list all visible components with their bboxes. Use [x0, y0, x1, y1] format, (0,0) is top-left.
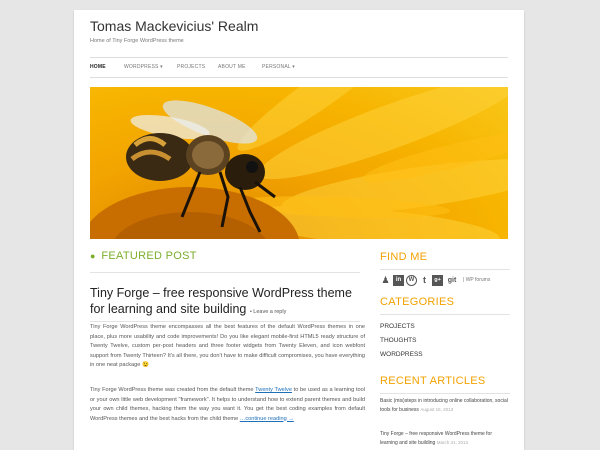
recent-article-date: August 15, 2013: [420, 406, 454, 412]
category-link-thoughts[interactable]: THOUGHTS: [380, 337, 416, 344]
divider: [90, 272, 360, 273]
nav-item-home[interactable]: HOME: [90, 64, 106, 70]
linkedin-icon[interactable]: in: [393, 274, 404, 286]
category-link-projects[interactable]: PROJECTS: [380, 323, 415, 330]
google-plus-icon[interactable]: g+: [432, 274, 443, 286]
post-title-text[interactable]: Tiny Forge – free responsive WordPress t…: [90, 286, 352, 316]
social-links: ♟ in W t g+ git | WP forums: [380, 274, 490, 286]
bee-on-flower-image: [90, 87, 508, 239]
paragraph-text: Tiny Forge WordPress theme was created f…: [90, 387, 256, 393]
post-paragraph: Tiny Forge WordPress theme was created f…: [90, 386, 365, 424]
divider: [380, 269, 510, 270]
leave-reply-link[interactable]: • Leave a reply: [250, 309, 286, 315]
header-image: [90, 87, 508, 239]
recent-articles-heading: RECENT ARTICLES: [380, 375, 486, 387]
categories-heading: CATEGORIES: [380, 296, 455, 308]
recent-article-item[interactable]: Tiny Forge – free responsive WordPress t…: [380, 431, 508, 447]
category-link-wordpress[interactable]: WORDPRESS: [380, 351, 423, 358]
wp-forums-link[interactable]: | WP forums: [463, 277, 490, 283]
divider: [90, 321, 360, 322]
twenty-twelve-link[interactable]: Twenty Twelve: [255, 387, 292, 393]
continue-reading-link[interactable]: …continue reading →: [240, 416, 294, 422]
site-title[interactable]: Tomas Mackevicius' Realm: [90, 18, 258, 34]
divider: [380, 393, 510, 394]
divider: [380, 314, 510, 315]
post-paragraph: Tiny Forge WordPress theme encompasses a…: [90, 324, 365, 368]
featured-post-label: FEATURED POST: [101, 250, 197, 262]
nav-item-personal[interactable]: PERSONAL ▾: [262, 64, 295, 70]
twitter-icon[interactable]: t: [419, 275, 430, 286]
nav-item-wordpress[interactable]: WORDPRESS ▾: [124, 64, 163, 70]
post-title[interactable]: Tiny Forge – free responsive WordPress t…: [90, 286, 365, 320]
lightbulb-icon: ●: [90, 251, 96, 261]
person-icon[interactable]: ♟: [380, 275, 391, 286]
git-icon[interactable]: git: [445, 275, 459, 286]
featured-post-heading: ● FEATURED POST: [90, 250, 360, 262]
recent-article-item[interactable]: Basic (mis)steps in introducing online c…: [380, 398, 508, 414]
find-me-heading: FIND ME: [380, 251, 428, 263]
nav-item-projects[interactable]: PROJECTS: [177, 64, 205, 70]
recent-article-date: March 31, 2013: [436, 439, 468, 445]
site-description: Home of Tiny Forge WordPress theme: [90, 38, 184, 44]
main-navigation: HOME WORDPRESS ▾ PROJECTS ABOUT ME PERSO…: [90, 57, 508, 78]
page: Tomas Mackevicius' Realm Home of Tiny Fo…: [74, 10, 524, 450]
wordpress-icon[interactable]: W: [406, 274, 417, 286]
nav-item-about-me[interactable]: ABOUT ME: [218, 64, 246, 70]
